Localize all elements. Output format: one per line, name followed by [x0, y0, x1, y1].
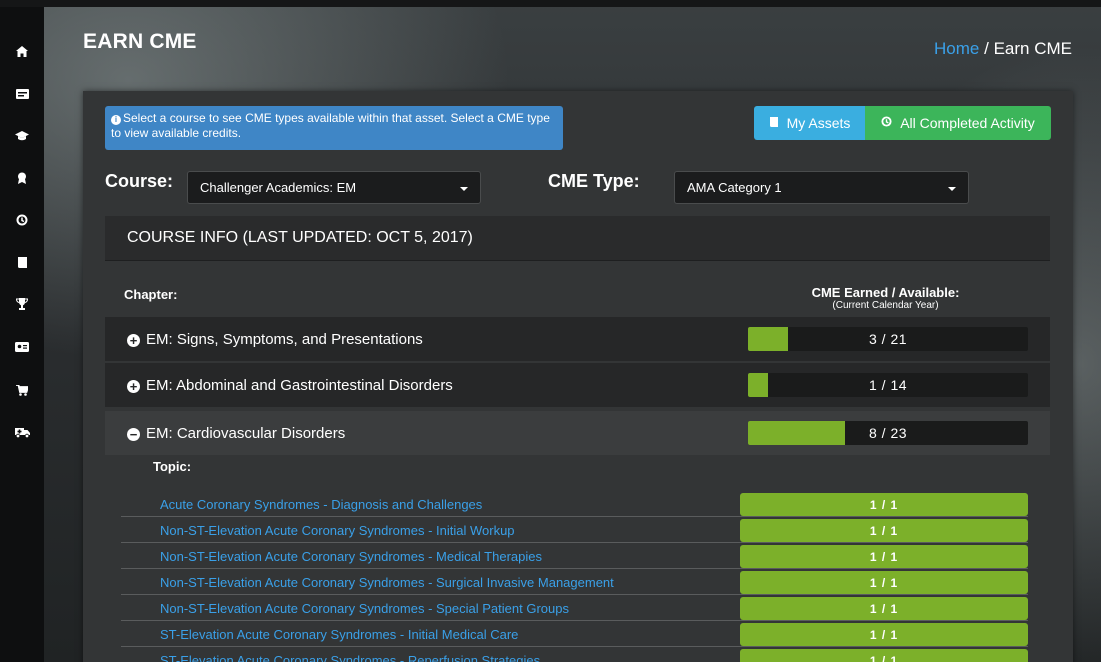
- course-info-header: COURSE INFO (LAST UPDATED: OCT 5, 2017): [105, 216, 1050, 260]
- chapter-progress-bar: 3 / 21: [748, 327, 1028, 351]
- info-icon: i: [111, 115, 121, 125]
- topic-link[interactable]: Non-ST-Elevation Acute Coronary Syndrome…: [160, 549, 542, 564]
- topic-progress-bar: 1 / 1: [740, 649, 1028, 662]
- top-bar: [0, 0, 1101, 7]
- dashboard-icon[interactable]: [0, 84, 44, 104]
- caret-down-icon: [460, 187, 468, 191]
- book-icon: [769, 116, 779, 130]
- topic-progress-bar: 1 / 1: [740, 623, 1028, 646]
- course-label: Course:: [105, 171, 174, 191]
- chapter-name: − EM: Cardiovascular Disorders: [127, 425, 345, 442]
- id-card-icon[interactable]: [0, 337, 44, 357]
- chapter-title: EM: Signs, Symptoms, and Presentations: [146, 330, 423, 348]
- topic-link[interactable]: ST-Elevation Acute Coronary Syndromes - …: [160, 653, 540, 662]
- chapter-name: + EM: Abdominal and Gastrointestinal Diso…: [127, 377, 453, 394]
- topic-row: Non-ST-Elevation Acute Coronary Syndrome…: [121, 543, 1028, 569]
- cme-type-select[interactable]: AMA Category 1: [674, 171, 969, 204]
- plus-circle-icon: +: [127, 333, 140, 347]
- topic-link[interactable]: ST-Elevation Acute Coronary Syndromes - …: [160, 627, 518, 642]
- chapter-column-header: Chapter:: [124, 287, 178, 302]
- cme-earned-header: CME Earned / Available:: [811, 285, 960, 300]
- chapter-title: EM: Abdominal and Gastrointestinal Disor…: [146, 376, 453, 394]
- topic-column-header: Topic:: [153, 459, 192, 474]
- topic-row: Acute Coronary Syndromes - Diagnosis and…: [121, 491, 1028, 517]
- cme-type-label: CME Type:: [548, 171, 640, 191]
- certificate-icon[interactable]: [0, 168, 44, 188]
- plus-circle-icon: +: [127, 379, 140, 393]
- trophy-icon[interactable]: [0, 294, 44, 314]
- chapter-progress-text: 8 / 23: [868, 425, 908, 441]
- chapter-title: EM: Cardiovascular Disorders: [146, 424, 346, 442]
- topic-row: ST-Elevation Acute Coronary Syndromes - …: [121, 621, 1028, 647]
- info-alert: i Select a course to see CME types availa…: [105, 106, 563, 150]
- chapter-progress-text: 3 / 21: [868, 331, 908, 347]
- all-completed-label: All Completed Activity: [900, 115, 1035, 131]
- page-title: EARN CME: [83, 30, 197, 53]
- chapter-row[interactable]: − EM: Cardiovascular Disorders 8 / 23: [105, 411, 1050, 455]
- topic-row: Non-ST-Elevation Acute Coronary Syndrome…: [121, 595, 1028, 621]
- breadcrumb-home-link[interactable]: Home: [934, 39, 979, 58]
- topic-progress-bar: 1 / 1: [740, 545, 1028, 568]
- topic-link[interactable]: Acute Coronary Syndromes - Diagnosis and…: [160, 497, 482, 512]
- topic-progress-bar: 1 / 1: [740, 519, 1028, 542]
- history-icon: [881, 116, 892, 130]
- cme-column-header: CME Earned / Available: (Current Calenda…: [743, 285, 1028, 311]
- book-icon[interactable]: [0, 252, 44, 272]
- course-select-value: Challenger Academics: EM: [200, 180, 357, 195]
- cme-type-select-value: AMA Category 1: [687, 180, 782, 195]
- course-select[interactable]: Challenger Academics: EM: [187, 171, 481, 204]
- graduation-cap-icon[interactable]: [0, 126, 44, 146]
- minus-circle-icon: −: [127, 427, 140, 441]
- breadcrumb: Home / Earn CME: [934, 39, 1072, 59]
- info-text: Select a course to see CME types availab…: [111, 111, 550, 140]
- my-assets-label: My Assets: [786, 115, 851, 131]
- cart-icon[interactable]: [0, 380, 44, 400]
- ambulance-icon[interactable]: [0, 422, 44, 442]
- chapter-progress-bar: 8 / 23: [748, 421, 1028, 445]
- course-info-title: COURSE INFO (LAST UPDATED: OCT 5, 2017): [127, 229, 473, 246]
- home-icon[interactable]: [0, 41, 44, 61]
- topic-row: Non-ST-Elevation Acute Coronary Syndrome…: [121, 569, 1028, 595]
- chapter-row[interactable]: + EM: Abdominal and Gastrointestinal Diso…: [105, 363, 1050, 407]
- chapter-progress-bar: 1 / 14: [748, 373, 1028, 397]
- topic-row: Non-ST-Elevation Acute Coronary Syndrome…: [121, 517, 1028, 543]
- topic-progress-bar: 1 / 1: [740, 493, 1028, 516]
- chapter-row[interactable]: + EM: Signs, Symptoms, and Presentations …: [105, 317, 1050, 361]
- sidebar: [0, 7, 44, 662]
- all-completed-activity-button[interactable]: All Completed Activity: [865, 106, 1051, 140]
- topic-link[interactable]: Non-ST-Elevation Acute Coronary Syndrome…: [160, 601, 569, 616]
- chapter-progress-text: 1 / 14: [868, 377, 908, 393]
- caret-down-icon: [948, 187, 956, 191]
- main-panel: i Select a course to see CME types availa…: [83, 91, 1073, 662]
- breadcrumb-separator: /: [984, 39, 989, 58]
- topic-progress-bar: 1 / 1: [740, 571, 1028, 594]
- chapter-name: + EM: Signs, Symptoms, and Presentations: [127, 331, 423, 348]
- breadcrumb-current: Earn CME: [993, 39, 1072, 58]
- topic-link[interactable]: Non-ST-Elevation Acute Coronary Syndrome…: [160, 575, 614, 590]
- history-icon[interactable]: [0, 210, 44, 230]
- cme-calendar-note: (Current Calendar Year): [832, 300, 939, 311]
- my-assets-button[interactable]: My Assets: [754, 106, 865, 140]
- topic-progress-bar: 1 / 1: [740, 597, 1028, 620]
- topic-link[interactable]: Non-ST-Elevation Acute Coronary Syndrome…: [160, 523, 515, 538]
- topic-row: ST-Elevation Acute Coronary Syndromes - …: [121, 647, 1028, 662]
